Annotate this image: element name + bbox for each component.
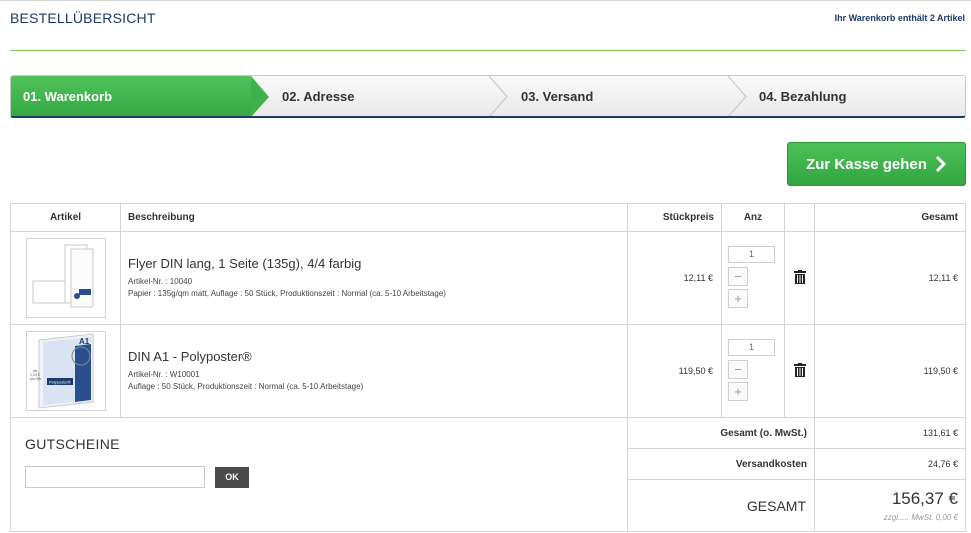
table-row: Flyer DIN lang, 1 Seite (135g), 4/4 farb… [10, 231, 966, 325]
poster-badge-text: A1 [79, 337, 90, 346]
product-thumbnail-cell [10, 231, 121, 325]
col-header-delete [784, 203, 815, 232]
step-label: 01. Warenkorb [23, 89, 113, 104]
col-header-total: Gesamt [814, 203, 966, 232]
net-total-value: 131,61 € [814, 417, 966, 449]
top-border [0, 0, 971, 1]
unit-price: 119,50 € [627, 324, 722, 418]
step-label: 02. Adresse [282, 89, 355, 104]
quantity-increase-button[interactable]: + [728, 381, 748, 401]
chevron-right-icon [935, 156, 947, 172]
delete-cell [784, 324, 815, 418]
grand-total-value: 156,37 € [891, 489, 958, 508]
voucher-section: GUTSCHEINE OK [10, 417, 628, 532]
col-header-unit-price: Stückpreis [627, 203, 722, 232]
voucher-input[interactable] [25, 466, 205, 488]
col-header-article: Artikel [10, 203, 121, 232]
net-total-label: Gesamt (o. MwSt.) [627, 417, 815, 449]
product-details: Papier : 135g/qm matt, Auflage : 50 Stüc… [128, 289, 446, 298]
step-versand[interactable]: 03. Versand [521, 76, 594, 116]
table-header-row: Artikel Beschreibung Stückpreis Anz Gesa… [10, 203, 966, 232]
trash-icon[interactable] [793, 362, 806, 377]
shipping-value: 24,76 € [814, 448, 966, 480]
unit-price: 12,11 € [627, 231, 722, 325]
tax-note: zzgl..... MwSt. 0,00 € [883, 513, 958, 522]
product-name[interactable]: Flyer DIN lang, 1 Seite (135g), 4/4 farb… [128, 256, 620, 271]
quantity-input[interactable]: 1 [728, 245, 775, 263]
step-active-arrow [251, 76, 269, 116]
quantity-decrease-button[interactable]: − [728, 359, 748, 379]
cart-table: Artikel Beschreibung Stückpreis Anz Gesa… [10, 203, 966, 532]
grand-total-label: GESAMT [627, 479, 815, 532]
product-article-no: Artikel-Nr. : 10040 [128, 277, 193, 286]
checkout-button[interactable]: Zur Kasse gehen [787, 142, 966, 186]
product-details: Auflage : 50 Stück, Produktionszeit : No… [128, 382, 364, 391]
trash-icon[interactable] [793, 269, 806, 284]
page-title: BESTELLÜBERSICHT [10, 10, 156, 26]
flyer-image [32, 244, 93, 308]
poster-price-text: pro Stk. [30, 377, 42, 381]
checkout-steps: 01. Warenkorb 02. Adresse 03. Versand 04… [10, 75, 966, 118]
line-total: 119,50 € [814, 324, 966, 418]
product-article-no: Artikel-Nr. : W10001 [128, 370, 200, 379]
line-total: 12,11 € [814, 231, 966, 325]
step-bezahlung[interactable]: 04. Bezahlung [759, 76, 847, 116]
grand-total-cell: 156,37 € zzgl..... MwSt. 0,00 € [814, 479, 966, 532]
col-header-description: Beschreibung [120, 203, 628, 232]
step-label: 04. Bezahlung [759, 89, 847, 104]
cart-count-info: Ihr Warenkorb enthält 2 Artikel [834, 13, 965, 23]
poster-brand-text: Polyposter® [49, 380, 71, 385]
table-row: A1 Polyposter® ab 1,24 € pro Stk. DIN A1… [10, 324, 966, 418]
step-separator-icon [727, 76, 747, 116]
step-warenkorb[interactable]: 01. Warenkorb [11, 76, 251, 116]
product-description-cell: Flyer DIN lang, 1 Seite (135g), 4/4 farb… [120, 231, 628, 325]
quantity-increase-button[interactable]: + [728, 288, 748, 308]
product-name[interactable]: DIN A1 - Polyposter® [128, 349, 620, 364]
product-thumbnail-cell: A1 Polyposter® ab 1,24 € pro Stk. [10, 324, 121, 418]
product-thumbnail[interactable] [25, 238, 106, 318]
summary-row-net: GUTSCHEINE OK Gesamt (o. MwSt.) 131,61 € [10, 417, 966, 532]
checkout-label: Zur Kasse gehen [806, 155, 927, 173]
delete-cell [784, 231, 815, 325]
title-divider [10, 50, 966, 51]
voucher-title: GUTSCHEINE [25, 436, 120, 452]
shipping-label: Versandkosten [627, 448, 815, 480]
step-adresse[interactable]: 02. Adresse [282, 76, 355, 116]
product-description-cell: DIN A1 - Polyposter® Artikel-Nr. : W1000… [120, 324, 628, 418]
quantity-input[interactable]: 1 [728, 338, 775, 356]
step-label: 03. Versand [521, 89, 594, 104]
voucher-ok-button[interactable]: OK [215, 466, 249, 488]
step-separator-icon [488, 76, 508, 116]
col-header-qty: Anz [721, 203, 785, 232]
poster-image: A1 Polyposter® ab 1,24 € pro Stk. [30, 333, 93, 409]
quantity-cell: 1 − + [721, 231, 785, 325]
product-thumbnail[interactable]: A1 Polyposter® ab 1,24 € pro Stk. [25, 331, 106, 411]
quantity-cell: 1 − + [721, 324, 785, 418]
quantity-decrease-button[interactable]: − [728, 266, 748, 286]
